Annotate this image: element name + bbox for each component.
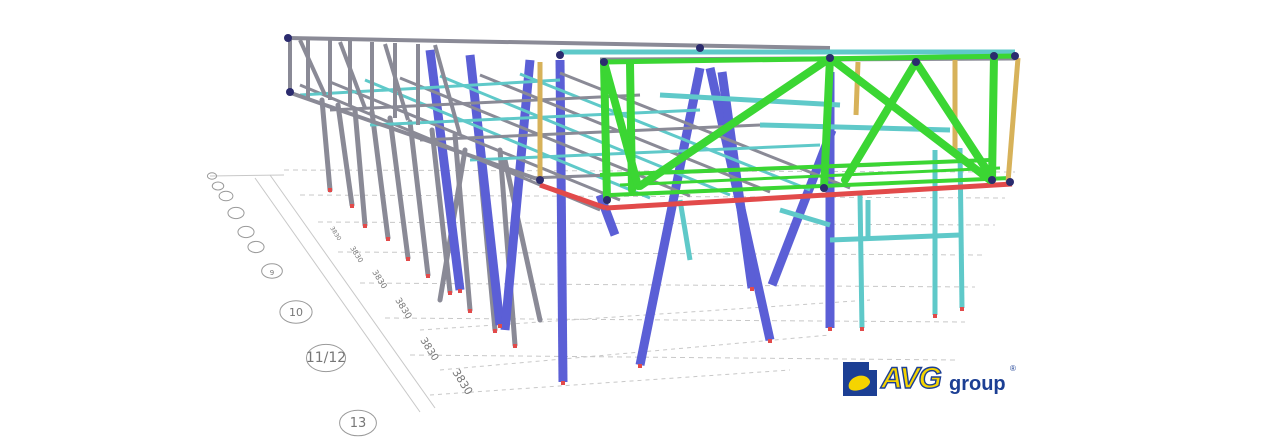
axis-bubble-label: 9: [270, 269, 274, 277]
logo-brand: AVG: [880, 361, 942, 395]
axis-bubble: [227, 206, 245, 220]
structural-frame-render: 1311/12109 383038303830383038303830: [206, 34, 1021, 437]
joint-node: [600, 58, 608, 66]
dimension-label: 3830: [370, 268, 388, 290]
logo-suffix: group: [949, 373, 1006, 395]
dimension-label: 3830: [417, 336, 440, 363]
base-marker: [448, 291, 452, 295]
avg-group-logo: AVG group ®: [843, 360, 1021, 400]
base-marker: [828, 327, 832, 331]
joint-node: [988, 176, 996, 184]
dimension-label: 3830: [449, 367, 475, 398]
base-marker: [406, 257, 410, 261]
joint-node: [536, 176, 544, 184]
axis-bubble-label: 13: [350, 416, 367, 431]
base-marker: [328, 188, 332, 192]
base-marker: [498, 324, 502, 328]
axis-bubble-label: 10: [289, 306, 303, 319]
base-marker: [386, 237, 390, 241]
joint-node: [286, 88, 294, 96]
base-marker: [933, 314, 937, 318]
joint-node: [912, 58, 920, 66]
axis-bubble: 13: [339, 409, 377, 437]
axis-bubble: [247, 240, 265, 254]
base-marker: [960, 307, 964, 311]
joint-node: [556, 51, 564, 59]
base-marker: [458, 289, 462, 293]
base-marker: [493, 329, 497, 333]
axis-bubbles: 13 11/12 10 9: [206, 172, 377, 437]
axis-bubble: [211, 181, 225, 191]
joint-node: [284, 34, 292, 42]
dimension-label: 3830: [348, 245, 364, 264]
base-marker: [561, 381, 565, 385]
base-marker: [768, 339, 772, 343]
joint-node: [826, 54, 834, 62]
base-marker: [468, 309, 472, 313]
base-marker: [426, 274, 430, 278]
logo-leaf-icon: [843, 362, 877, 396]
base-marker: [860, 327, 864, 331]
base-marker: [363, 224, 367, 228]
base-marker: [750, 287, 754, 291]
joint-node: [603, 196, 611, 204]
joint-node: [990, 52, 998, 60]
joint-node: [820, 184, 828, 192]
axis-bubble: 9: [261, 263, 283, 279]
axis-bubble-label: 11/12: [306, 350, 346, 366]
axis-bubble: [218, 190, 234, 202]
axis-bubble: 11/12: [306, 343, 346, 373]
joint-node: [696, 44, 704, 52]
joint-node: [1011, 52, 1019, 60]
base-marker: [513, 344, 517, 348]
joint-node: [1006, 178, 1014, 186]
dimension-label: 3830: [392, 296, 413, 321]
axis-bubble: 10: [279, 300, 313, 324]
base-marker: [638, 364, 642, 368]
base-marker: [350, 204, 354, 208]
dimension-label: 3830: [328, 225, 342, 242]
axis-bubble: [237, 225, 255, 239]
logo-registered-mark: ®: [1010, 364, 1016, 373]
